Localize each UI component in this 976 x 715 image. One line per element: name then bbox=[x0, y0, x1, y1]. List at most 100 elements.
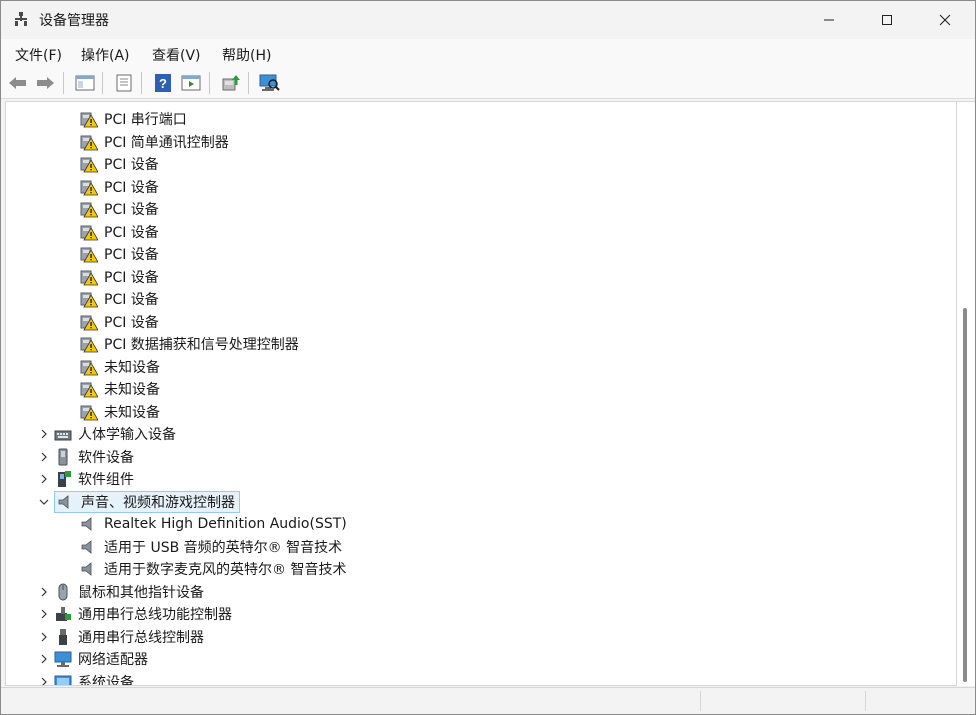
expand-chevron-icon[interactable] bbox=[38, 631, 50, 643]
tree-item-label: 网络适配器 bbox=[78, 652, 148, 668]
tree-category[interactable]: 网络适配器 bbox=[54, 648, 148, 670]
back-button[interactable] bbox=[7, 72, 29, 94]
tree-item-label: 未知设备 bbox=[104, 359, 160, 376]
svg-text:?: ? bbox=[159, 76, 167, 91]
device-tree[interactable]: PCI 串行端口 PCI 简单通讯控制器 PCI 设备 PCI 设备 PCI 设备 PCI… bbox=[5, 101, 957, 686]
tree-item-label: 声音、视频和游戏控制器 bbox=[81, 494, 235, 511]
help-button[interactable]: ? bbox=[152, 72, 174, 94]
action-pane-button[interactable] bbox=[180, 72, 202, 94]
tree-category[interactable]: 通用串行总线功能控制器 bbox=[54, 603, 232, 625]
speaker-icon bbox=[81, 517, 92, 531]
properties-button[interactable] bbox=[113, 72, 135, 94]
tree-item-label: 通用串行总线功能控制器 bbox=[78, 607, 232, 623]
expand-chevron-icon[interactable] bbox=[38, 676, 50, 685]
vertical-scrollbar[interactable] bbox=[957, 101, 975, 686]
tree-category[interactable]: 系统设备 bbox=[54, 671, 134, 685]
warning-device-icon bbox=[80, 405, 98, 420]
expand-chevron-icon[interactable] bbox=[38, 653, 50, 665]
warning-device-icon bbox=[80, 112, 98, 128]
tree-item-warning-device[interactable]: 未知设备 bbox=[80, 378, 160, 400]
tree-category[interactable]: 通用串行总线控制器 bbox=[54, 626, 204, 648]
update-driver-button[interactable] bbox=[220, 72, 242, 94]
tree-category[interactable]: 人体学输入设备 bbox=[54, 423, 176, 445]
menu-file[interactable]: 文件(F) bbox=[15, 45, 62, 65]
status-pane bbox=[700, 691, 701, 711]
expand-chevron-icon[interactable] bbox=[38, 451, 50, 463]
tree-item-warning-device[interactable]: PCI 设备 bbox=[80, 198, 159, 220]
forward-button[interactable] bbox=[34, 72, 56, 94]
tree-item-warning-device[interactable]: PCI 设备 bbox=[80, 266, 159, 288]
scan-hardware-changes-button[interactable] bbox=[258, 72, 280, 94]
tree-category[interactable]: 软件设备 bbox=[54, 446, 134, 468]
tree-item-warning-device[interactable]: PCI 数据捕获和信号处理控制器 bbox=[80, 333, 299, 355]
maximize-button[interactable] bbox=[858, 1, 916, 39]
toolbar-separator bbox=[63, 72, 64, 94]
tree-item-warning-device[interactable]: PCI 设备 bbox=[80, 176, 159, 198]
device-manager-window: 设备管理器 文件(F) 操作(A) 查看(V) 帮助(H) ? PCI 串行端口… bbox=[0, 0, 976, 715]
tree-item-label: PCI 数据捕获和信号处理控制器 bbox=[104, 337, 299, 353]
toolbar-separator bbox=[141, 72, 142, 94]
tree-item-audio-device[interactable]: 适用于 USB 音频的英特尔® 智音技术 bbox=[80, 536, 342, 558]
tree-item-label: PCI 设备 bbox=[104, 247, 159, 263]
expand-chevron-icon[interactable] bbox=[38, 586, 50, 598]
scrollbar-thumb[interactable] bbox=[963, 308, 967, 682]
warning-device-icon bbox=[80, 360, 98, 375]
usb-controller-icon bbox=[59, 628, 67, 645]
tree-item-label: PCI 设备 bbox=[104, 157, 159, 173]
tree-category[interactable]: 软件组件 bbox=[54, 468, 134, 490]
tree-item-label: 未知设备 bbox=[104, 404, 160, 421]
warning-device-icon bbox=[80, 157, 98, 173]
tree-item-warning-device[interactable]: PCI 设备 bbox=[80, 243, 159, 265]
expand-chevron-icon[interactable] bbox=[38, 608, 50, 620]
toolbar: ? bbox=[1, 67, 975, 99]
toolbar-separator bbox=[102, 72, 103, 94]
expand-chevron-icon[interactable] bbox=[38, 428, 50, 440]
network-adapter-icon bbox=[54, 651, 72, 667]
collapse-chevron-icon[interactable] bbox=[38, 496, 50, 508]
close-icon bbox=[939, 14, 951, 26]
title-bar[interactable]: 设备管理器 bbox=[1, 1, 975, 39]
speaker-icon bbox=[81, 539, 92, 554]
tree-item-warning-device[interactable]: PCI 设备 bbox=[80, 153, 159, 175]
toolbar-separator bbox=[209, 72, 210, 94]
warning-device-icon bbox=[80, 315, 98, 330]
tree-item-warning-device[interactable]: PCI 设备 bbox=[80, 221, 159, 243]
expand-chevron-icon[interactable] bbox=[38, 473, 50, 485]
tree-item-warning-device[interactable]: PCI 设备 bbox=[80, 311, 159, 333]
tree-category[interactable]: 鼠标和其他指针设备 bbox=[54, 581, 204, 603]
minimize-icon bbox=[824, 19, 834, 21]
warning-device-icon bbox=[80, 337, 98, 353]
menu-view[interactable]: 查看(V) bbox=[152, 45, 201, 65]
tree-item-label: PCI 设备 bbox=[104, 292, 159, 308]
warning-device-icon bbox=[80, 270, 98, 285]
software-component-icon bbox=[58, 471, 71, 487]
tree-item-label: PCI 设备 bbox=[104, 179, 159, 196]
tree-item-label: PCI 设备 bbox=[104, 269, 159, 286]
tree-item-warning-device[interactable]: 未知设备 bbox=[80, 356, 160, 378]
tree-item-warning-device[interactable]: PCI 简单通讯控制器 bbox=[80, 131, 229, 153]
tree-item-audio-device[interactable]: 适用于数字麦克风的英特尔® 智音技术 bbox=[80, 558, 346, 580]
tree-item-warning-device[interactable]: PCI 串行端口 bbox=[80, 108, 187, 130]
tree-item-audio-device[interactable]: Realtek High Definition Audio(SST) bbox=[80, 513, 347, 535]
warning-device-icon bbox=[80, 202, 98, 218]
minimize-button[interactable] bbox=[800, 1, 858, 39]
tree-category-selected[interactable]: 声音、视频和游戏控制器 bbox=[54, 490, 240, 513]
window-title: 设备管理器 bbox=[39, 13, 109, 29]
tree-item-label: 软件设备 bbox=[78, 449, 134, 466]
update-driver-icon bbox=[222, 75, 240, 91]
forward-arrow-icon bbox=[37, 77, 54, 89]
tree-item-label: 人体学输入设备 bbox=[78, 427, 176, 443]
toolbar-separator bbox=[248, 72, 249, 94]
tree-item-label: 通用串行总线控制器 bbox=[78, 629, 204, 646]
device-manager-icon bbox=[15, 12, 27, 26]
menu-action[interactable]: 操作(A) bbox=[81, 45, 130, 65]
tree-item-label: 鼠标和其他指针设备 bbox=[78, 584, 204, 601]
tree-item-warning-device[interactable]: PCI 设备 bbox=[80, 288, 159, 310]
close-button[interactable] bbox=[916, 1, 974, 39]
tree-item-label: Realtek High Definition Audio(SST) bbox=[104, 516, 347, 532]
tree-item-label: 适用于数字麦克风的英特尔® 智音技术 bbox=[104, 562, 347, 578]
menu-help[interactable]: 帮助(H) bbox=[222, 45, 271, 65]
tree-item-warning-device[interactable]: 未知设备 bbox=[80, 401, 160, 423]
show-hide-console-tree-button[interactable] bbox=[74, 72, 96, 94]
hid-icon bbox=[54, 430, 72, 441]
